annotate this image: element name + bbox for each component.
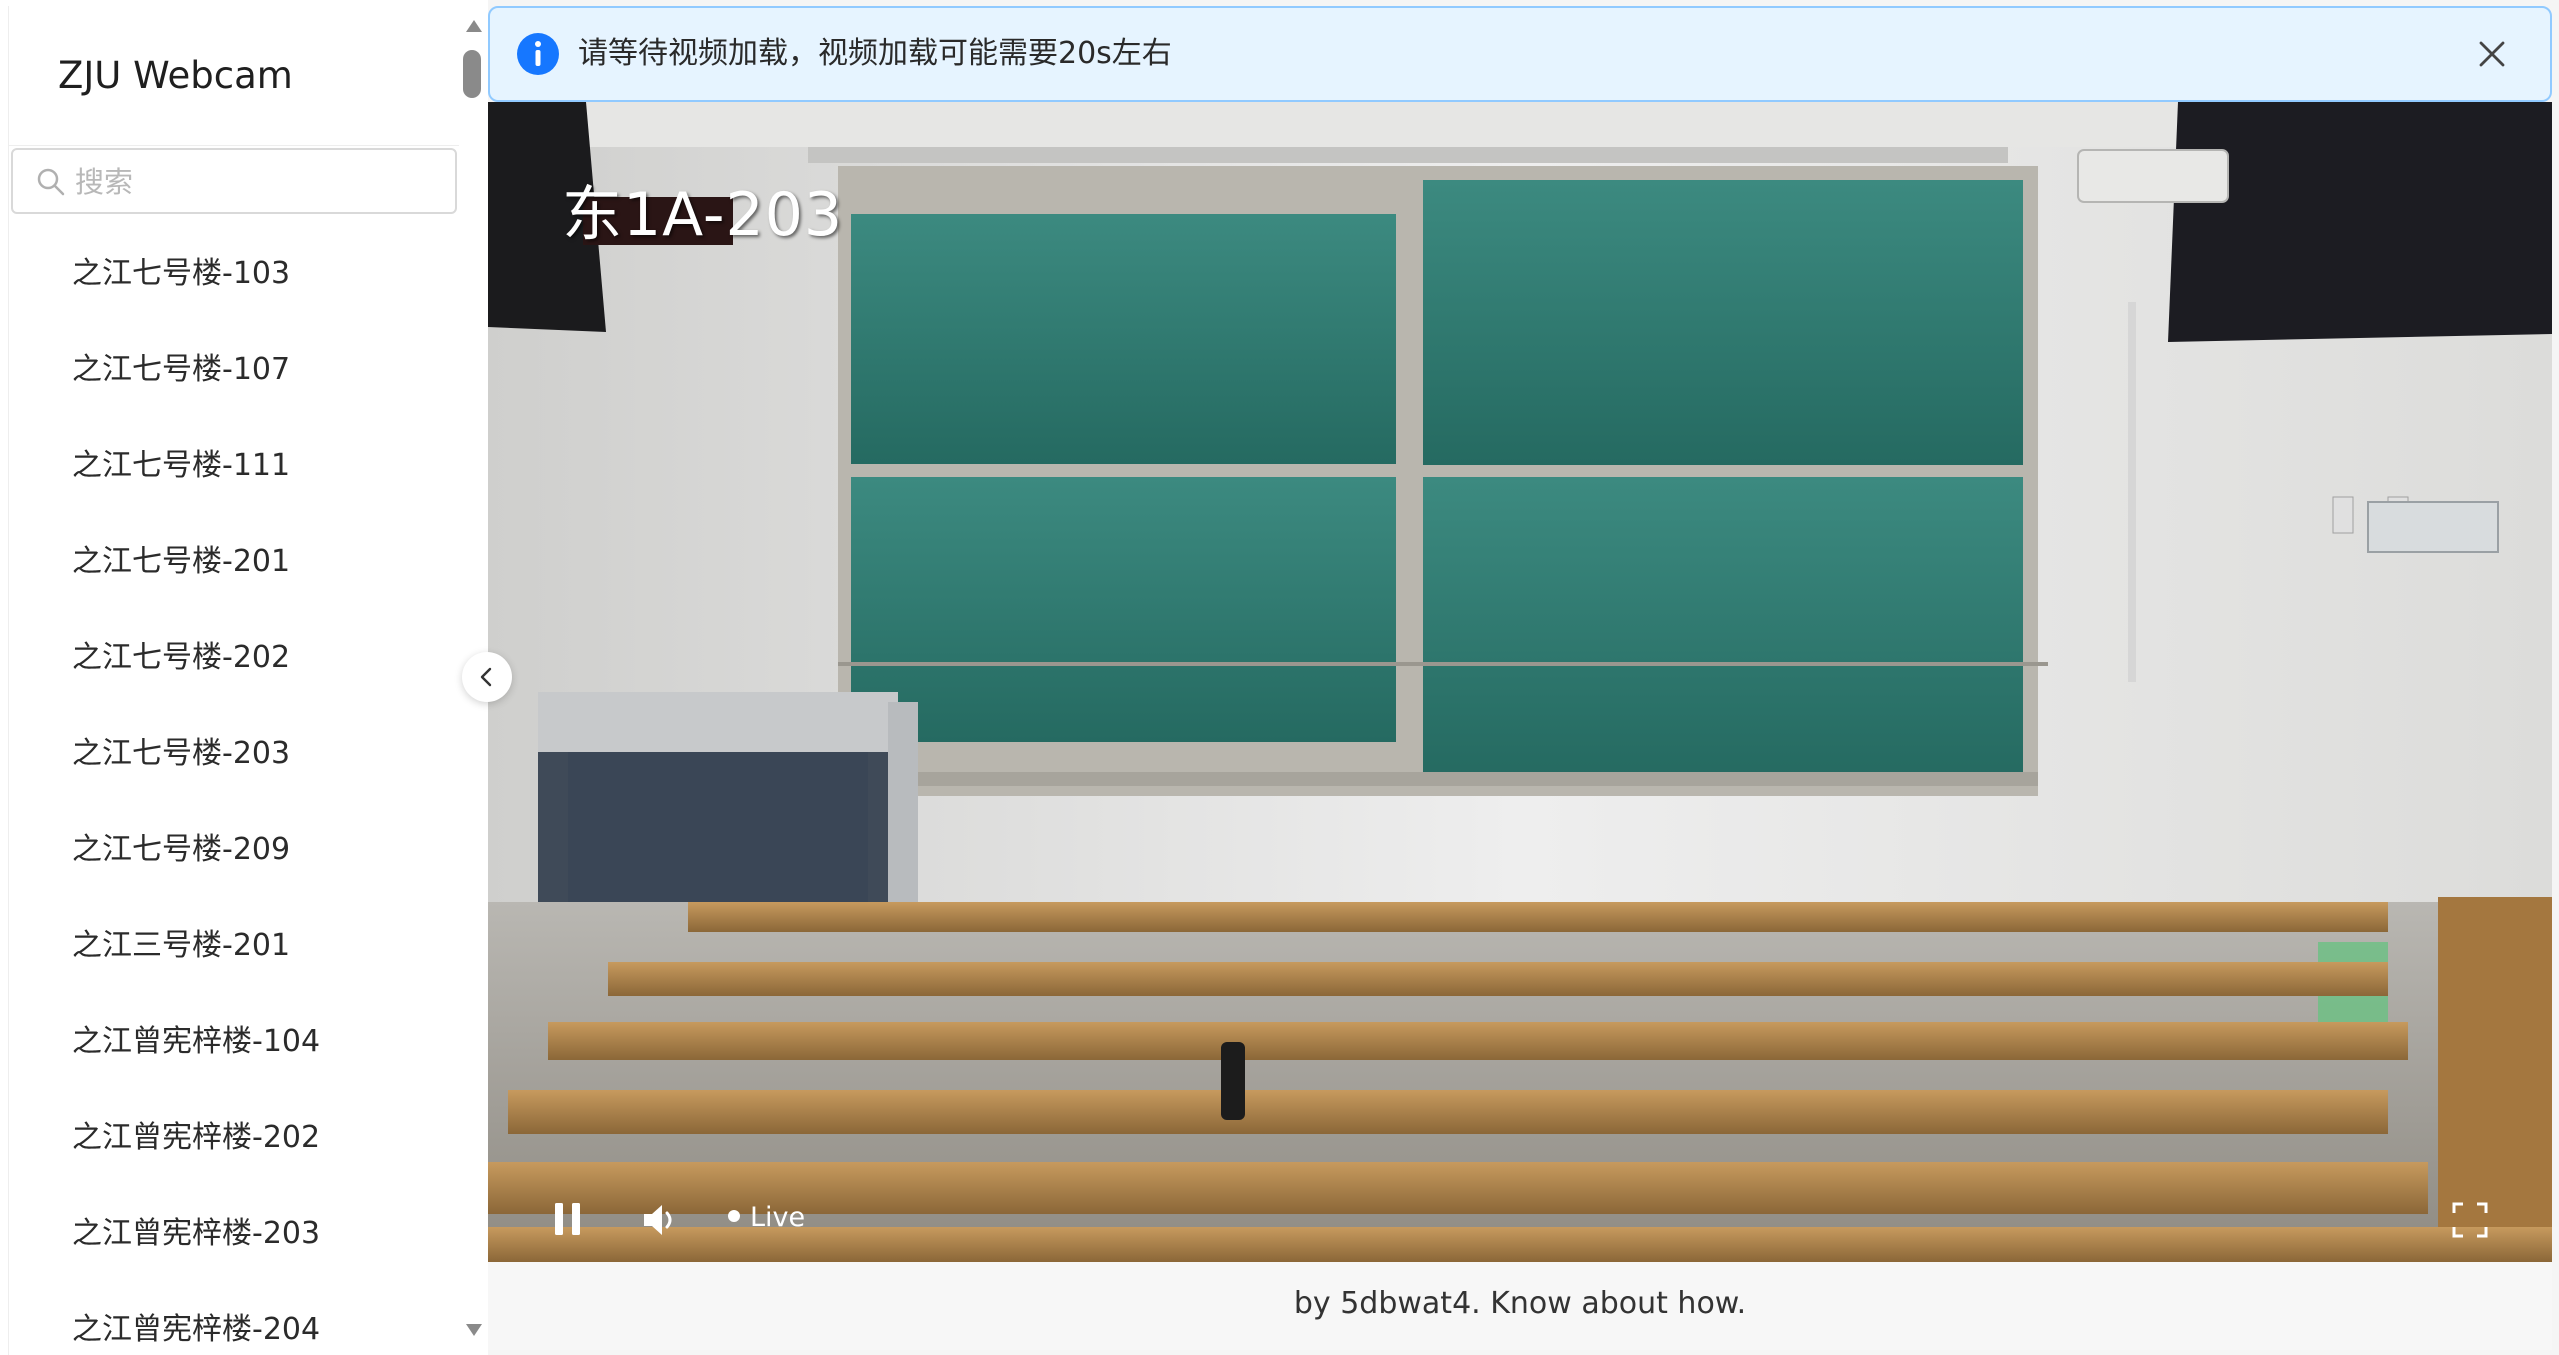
player-controls: Live [488, 1190, 2552, 1262]
search-icon [37, 168, 65, 196]
room-item[interactable]: 之江七号楼-201 [9, 514, 459, 610]
room-item[interactable]: 之江曾宪梓楼-202 [9, 1090, 459, 1186]
classroom-video-frame [488, 102, 2552, 1262]
volume-icon[interactable] [640, 1200, 680, 1240]
room-item[interactable]: 之江曾宪梓楼-104 [9, 994, 459, 1090]
app-root: ZJU Webcam 之江七号楼-103 之江七号楼-107 之江七号楼-111… [0, 0, 2559, 1355]
search-input[interactable] [73, 158, 447, 206]
chevron-left-icon [480, 667, 492, 687]
room-overlay-label: 东1A-203 [562, 180, 844, 250]
main-content: 请等待视频加载，视频加载可能需要20s左右 东1A-203 Live by 5d… [488, 0, 2559, 1355]
room-item[interactable]: 之江七号楼-203 [9, 706, 459, 802]
live-indicator: Live [728, 1198, 805, 1238]
room-item[interactable]: 之江曾宪梓楼-204 [9, 1282, 459, 1355]
info-icon [517, 33, 559, 75]
scroll-thumb[interactable] [463, 50, 481, 98]
room-item[interactable]: 之江七号楼-209 [9, 802, 459, 898]
fullscreen-icon[interactable] [2450, 1200, 2490, 1240]
live-dot-icon [728, 1209, 740, 1222]
app-title: ZJU Webcam [9, 6, 459, 146]
room-item[interactable]: 之江曾宪梓楼-203 [9, 1186, 459, 1282]
info-alert: 请等待视频加载，视频加载可能需要20s左右 [488, 6, 2552, 102]
room-item[interactable]: 之江七号楼-202 [9, 610, 459, 706]
sidebar: ZJU Webcam 之江七号楼-103 之江七号楼-107 之江七号楼-111… [0, 0, 488, 1355]
close-icon[interactable] [2478, 40, 2506, 68]
footer-credit[interactable]: by 5dbwat4. Know about how. [488, 1262, 2552, 1350]
sidebar-collapse-button[interactable] [462, 652, 512, 702]
alert-message: 请等待视频加载，视频加载可能需要20s左右 [578, 36, 1172, 71]
room-item[interactable]: 之江七号楼-103 [9, 226, 459, 322]
scroll-down-arrow-icon[interactable] [466, 1324, 482, 1336]
pause-icon[interactable] [553, 1202, 583, 1236]
video-player[interactable]: 东1A-203 Live [488, 102, 2552, 1262]
room-item[interactable]: 之江七号楼-107 [9, 322, 459, 418]
sidebar-panel: ZJU Webcam 之江七号楼-103 之江七号楼-107 之江七号楼-111… [8, 6, 459, 1355]
scroll-up-arrow-icon[interactable] [466, 20, 482, 32]
live-label: Live [750, 1202, 806, 1233]
room-list: 之江七号楼-103 之江七号楼-107 之江七号楼-111 之江七号楼-201 … [9, 226, 459, 1355]
room-item[interactable]: 之江三号楼-201 [9, 898, 459, 994]
room-item[interactable]: 之江七号楼-111 [9, 418, 459, 514]
search-box[interactable] [11, 148, 457, 214]
